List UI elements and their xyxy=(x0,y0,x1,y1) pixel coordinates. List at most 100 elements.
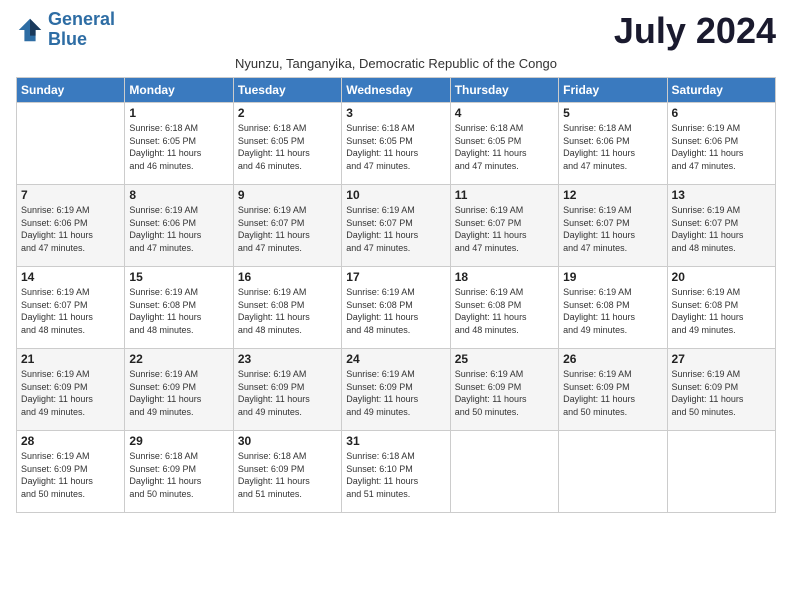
logo-line2: Blue xyxy=(48,29,87,49)
calendar-cell: 13Sunrise: 6:19 AM Sunset: 6:07 PM Dayli… xyxy=(667,185,775,267)
day-info: Sunrise: 6:18 AM Sunset: 6:05 PM Dayligh… xyxy=(455,122,554,172)
day-number: 31 xyxy=(346,434,445,448)
day-info: Sunrise: 6:19 AM Sunset: 6:08 PM Dayligh… xyxy=(672,286,771,336)
logo-line1: General xyxy=(48,9,115,29)
calendar-cell: 9 Sunrise: 6:19 AM Sunset: 6:07 PM Daylig… xyxy=(233,185,341,267)
calendar-cell: 17 Sunrise: 6:19 AM Sunset: 6:08 PM Dayli… xyxy=(342,267,450,349)
day-info: Sunrise: 6:18 AM Sunset: 6:06 PM Dayligh… xyxy=(563,122,662,172)
day-info: Sunrise: 6:19 AM Sunset: 6:09 PM Dayligh… xyxy=(21,450,120,500)
calendar-cell: 25Sunrise: 6:19 AM Sunset: 6:09 PM Dayli… xyxy=(450,349,558,431)
calendar-cell: 27Sunrise: 6:19 AM Sunset: 6:09 PM Dayli… xyxy=(667,349,775,431)
calendar-week-3: 14 Sunrise: 6:19 AM Sunset: 6:07 PM Dayli… xyxy=(17,267,776,349)
day-number: 30 xyxy=(238,434,337,448)
day-number: 19 xyxy=(563,270,662,284)
header-thursday: Thursday xyxy=(450,78,558,103)
day-number: 3 xyxy=(346,106,445,120)
calendar-cell: 10Sunrise: 6:19 AM Sunset: 6:07 PM Dayli… xyxy=(342,185,450,267)
day-info: Sunrise: 6:19 AM Sunset: 6:07 PM Dayligh… xyxy=(672,204,771,254)
calendar-cell: 24 Sunrise: 6:19 AM Sunset: 6:09 PM Dayli… xyxy=(342,349,450,431)
subtitle: Nyunzu, Tanganyika, Democratic Republic … xyxy=(16,56,776,71)
day-number: 25 xyxy=(455,352,554,366)
day-info: Sunrise: 6:19 AM Sunset: 6:09 PM Dayligh… xyxy=(563,368,662,418)
day-number: 14 xyxy=(21,270,120,284)
day-info: Sunrise: 6:19 AM Sunset: 6:07 PM Dayligh… xyxy=(238,204,337,254)
calendar-cell: 12 Sunrise: 6:19 AM Sunset: 6:07 PM Dayli… xyxy=(559,185,667,267)
day-info: Sunrise: 6:18 AM Sunset: 6:05 PM Dayligh… xyxy=(129,122,228,172)
calendar-cell xyxy=(559,431,667,513)
day-number: 5 xyxy=(563,106,662,120)
day-number: 24 xyxy=(346,352,445,366)
logo-icon xyxy=(16,16,44,44)
day-info: Sunrise: 6:18 AM Sunset: 6:09 PM Dayligh… xyxy=(129,450,228,500)
day-number: 1 xyxy=(129,106,228,120)
calendar-cell: 4 Sunrise: 6:18 AM Sunset: 6:05 PM Daylig… xyxy=(450,103,558,185)
day-info: Sunrise: 6:19 AM Sunset: 6:08 PM Dayligh… xyxy=(563,286,662,336)
month-title: July 2024 xyxy=(614,10,776,52)
calendar-cell: 18Sunrise: 6:19 AM Sunset: 6:08 PM Dayli… xyxy=(450,267,558,349)
calendar-cell: 16 Sunrise: 6:19 AM Sunset: 6:08 PM Dayli… xyxy=(233,267,341,349)
calendar-cell: 31 Sunrise: 6:18 AM Sunset: 6:10 PM Dayli… xyxy=(342,431,450,513)
calendar-cell: 30 Sunrise: 6:18 AM Sunset: 6:09 PM Dayli… xyxy=(233,431,341,513)
calendar-cell: 26 Sunrise: 6:19 AM Sunset: 6:09 PM Dayli… xyxy=(559,349,667,431)
day-info: Sunrise: 6:19 AM Sunset: 6:08 PM Dayligh… xyxy=(238,286,337,336)
day-number: 22 xyxy=(129,352,228,366)
calendar-week-2: 7 Sunrise: 6:19 AM Sunset: 6:06 PM Daylig… xyxy=(17,185,776,267)
day-number: 7 xyxy=(21,188,120,202)
calendar-week-5: 28Sunrise: 6:19 AM Sunset: 6:09 PM Dayli… xyxy=(17,431,776,513)
day-number: 4 xyxy=(455,106,554,120)
calendar-cell: 28Sunrise: 6:19 AM Sunset: 6:09 PM Dayli… xyxy=(17,431,125,513)
day-info: Sunrise: 6:19 AM Sunset: 6:06 PM Dayligh… xyxy=(129,204,228,254)
day-number: 17 xyxy=(346,270,445,284)
calendar-week-1: 1 Sunrise: 6:18 AM Sunset: 6:05 PM Daylig… xyxy=(17,103,776,185)
calendar-cell xyxy=(450,431,558,513)
day-number: 16 xyxy=(238,270,337,284)
header-friday: Friday xyxy=(559,78,667,103)
header: General Blue July 2024 xyxy=(16,10,776,52)
day-info: Sunrise: 6:19 AM Sunset: 6:09 PM Dayligh… xyxy=(672,368,771,418)
day-info: Sunrise: 6:19 AM Sunset: 6:08 PM Dayligh… xyxy=(129,286,228,336)
header-wednesday: Wednesday xyxy=(342,78,450,103)
day-info: Sunrise: 6:19 AM Sunset: 6:09 PM Dayligh… xyxy=(346,368,445,418)
calendar-cell: 11 Sunrise: 6:19 AM Sunset: 6:07 PM Dayli… xyxy=(450,185,558,267)
day-number: 15 xyxy=(129,270,228,284)
calendar-cell: 5 Sunrise: 6:18 AM Sunset: 6:06 PM Daylig… xyxy=(559,103,667,185)
day-info: Sunrise: 6:19 AM Sunset: 6:09 PM Dayligh… xyxy=(21,368,120,418)
day-info: Sunrise: 6:19 AM Sunset: 6:08 PM Dayligh… xyxy=(455,286,554,336)
day-number: 10 xyxy=(346,188,445,202)
day-info: Sunrise: 6:18 AM Sunset: 6:10 PM Dayligh… xyxy=(346,450,445,500)
header-saturday: Saturday xyxy=(667,78,775,103)
calendar-cell: 14 Sunrise: 6:19 AM Sunset: 6:07 PM Dayli… xyxy=(17,267,125,349)
day-number: 11 xyxy=(455,188,554,202)
day-info: Sunrise: 6:19 AM Sunset: 6:09 PM Dayligh… xyxy=(129,368,228,418)
calendar-cell: 6Sunrise: 6:19 AM Sunset: 6:06 PM Daylig… xyxy=(667,103,775,185)
day-info: Sunrise: 6:19 AM Sunset: 6:07 PM Dayligh… xyxy=(563,204,662,254)
calendar-table: Sunday Monday Tuesday Wednesday Thursday… xyxy=(16,77,776,513)
day-info: Sunrise: 6:19 AM Sunset: 6:08 PM Dayligh… xyxy=(346,286,445,336)
calendar-cell xyxy=(667,431,775,513)
calendar-cell: 3Sunrise: 6:18 AM Sunset: 6:05 PM Daylig… xyxy=(342,103,450,185)
calendar-week-4: 21Sunrise: 6:19 AM Sunset: 6:09 PM Dayli… xyxy=(17,349,776,431)
day-info: Sunrise: 6:18 AM Sunset: 6:09 PM Dayligh… xyxy=(238,450,337,500)
day-info: Sunrise: 6:18 AM Sunset: 6:05 PM Dayligh… xyxy=(238,122,337,172)
day-number: 2 xyxy=(238,106,337,120)
day-number: 29 xyxy=(129,434,228,448)
calendar-cell: 22 Sunrise: 6:19 AM Sunset: 6:09 PM Dayli… xyxy=(125,349,233,431)
day-info: Sunrise: 6:19 AM Sunset: 6:07 PM Dayligh… xyxy=(455,204,554,254)
page: General Blue July 2024 Nyunzu, Tanganyik… xyxy=(0,0,792,523)
day-number: 9 xyxy=(238,188,337,202)
day-number: 23 xyxy=(238,352,337,366)
logo-text: General Blue xyxy=(48,10,115,50)
day-number: 26 xyxy=(563,352,662,366)
day-number: 20 xyxy=(672,270,771,284)
calendar-cell: 21Sunrise: 6:19 AM Sunset: 6:09 PM Dayli… xyxy=(17,349,125,431)
day-number: 12 xyxy=(563,188,662,202)
calendar-cell: 7Sunrise: 6:19 AM Sunset: 6:06 PM Daylig… xyxy=(17,185,125,267)
calendar-cell: 2 Sunrise: 6:18 AM Sunset: 6:05 PM Daylig… xyxy=(233,103,341,185)
day-info: Sunrise: 6:19 AM Sunset: 6:07 PM Dayligh… xyxy=(21,286,120,336)
calendar-cell: 15 Sunrise: 6:19 AM Sunset: 6:08 PM Dayli… xyxy=(125,267,233,349)
calendar-cell: 23Sunrise: 6:19 AM Sunset: 6:09 PM Dayli… xyxy=(233,349,341,431)
header-sunday: Sunday xyxy=(17,78,125,103)
day-info: Sunrise: 6:19 AM Sunset: 6:06 PM Dayligh… xyxy=(672,122,771,172)
header-monday: Monday xyxy=(125,78,233,103)
calendar-cell: 20 Sunrise: 6:19 AM Sunset: 6:08 PM Dayli… xyxy=(667,267,775,349)
